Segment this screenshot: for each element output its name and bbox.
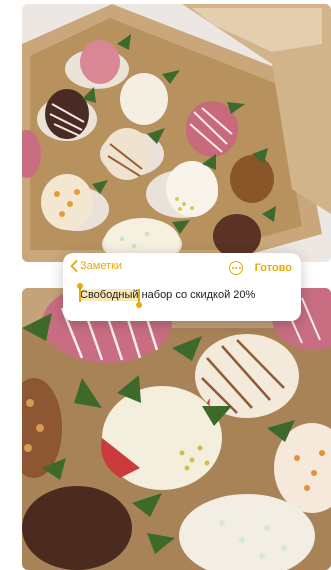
chevron-left-icon bbox=[70, 260, 78, 272]
note-text[interactable]: Свободный набор со скидкой 20% bbox=[77, 283, 256, 308]
back-button[interactable]: Заметки bbox=[70, 260, 122, 272]
more-circle-icon[interactable] bbox=[229, 261, 243, 275]
photo-bottom bbox=[22, 288, 331, 570]
back-label: Заметки bbox=[80, 260, 123, 272]
note-nav-bar: Заметки Готово bbox=[63, 257, 301, 281]
strawberry-box-photo bbox=[22, 4, 331, 262]
strawberry-closeup-photo bbox=[22, 288, 331, 570]
selected-text[interactable]: Свободный bbox=[77, 283, 142, 308]
selection-start-handle[interactable] bbox=[77, 283, 83, 302]
done-button[interactable]: Готово bbox=[255, 262, 292, 274]
selection-end-handle[interactable] bbox=[135, 289, 142, 308]
selected-text-content: Свободный bbox=[80, 289, 139, 301]
note-editor-card: Заметки Готово Свободный набор со скидко… bbox=[63, 253, 301, 321]
note-text-rest: набор со скидкой 20% bbox=[138, 289, 256, 301]
photo-top bbox=[22, 4, 331, 262]
